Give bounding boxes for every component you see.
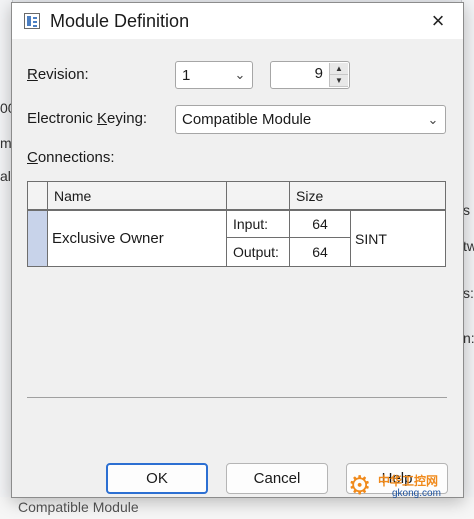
spin-arrows: ▲ ▼ [329,63,348,87]
electronic-keying-value: Compatible Module [182,111,312,128]
separator [27,397,447,398]
dialog-title: Module Definition [50,11,190,31]
input-label: Input: [227,211,290,238]
background-text: s: [463,285,474,301]
background-text: tw [463,238,474,254]
chevron-down-icon: ⌄ [427,111,439,127]
background-text: n: [463,330,474,346]
electronic-keying-label: Electronic Keying: [27,110,148,127]
output-size-cell[interactable]: 64 [290,238,351,266]
connections-table: Name Size Exclusive Owner Input: 64 Outp… [27,181,446,267]
revision-label: Revision: [27,66,89,83]
connections-label: Connections: [27,149,115,166]
chevron-down-icon: ⌄ [234,67,246,82]
background-text: m [0,135,12,151]
revision-minor-stepper[interactable]: 9 ▲ ▼ [270,61,350,89]
spin-up-icon[interactable]: ▲ [330,63,348,75]
watermark-text: 中华工控网 [378,474,439,488]
title-bar[interactable]: Module Definition × [12,3,463,39]
module-definition-dialog: Module Definition × Revision: 1 ⌄ 9 ▲ ▼ … [11,2,464,498]
background-status-text: Compatible Module [18,499,139,515]
background-text: s [463,202,470,218]
data-type-cell[interactable]: SINT [351,211,445,266]
revision-major-value: 1 [182,66,191,84]
row-selector[interactable] [28,211,48,266]
output-label: Output: [227,238,290,266]
watermark-url: gkong.com [392,488,441,499]
column-header-size[interactable]: Size [290,182,445,211]
connection-name-cell[interactable]: Exclusive Owner [48,211,227,266]
column-header-name[interactable]: Name [48,182,227,211]
gear-icon: ⚙ [348,470,372,500]
column-header-blank [227,182,290,211]
close-icon[interactable]: × [423,7,453,35]
input-size-cell[interactable]: 64 [290,211,351,238]
cancel-button[interactable]: Cancel [226,463,328,494]
electronic-keying-select[interactable]: Compatible Module ⌄ [175,105,446,134]
header-row-selector [28,182,48,211]
watermark-logo: ⚙ 中华工控网 gkong.com [348,470,466,504]
app-icon [24,13,40,29]
revision-major-select[interactable]: 1 ⌄ [175,61,253,89]
ok-button[interactable]: OK [106,463,208,494]
revision-minor-value: 9 [314,65,323,82]
spin-down-icon[interactable]: ▼ [330,75,348,87]
background-text: al [0,168,11,184]
